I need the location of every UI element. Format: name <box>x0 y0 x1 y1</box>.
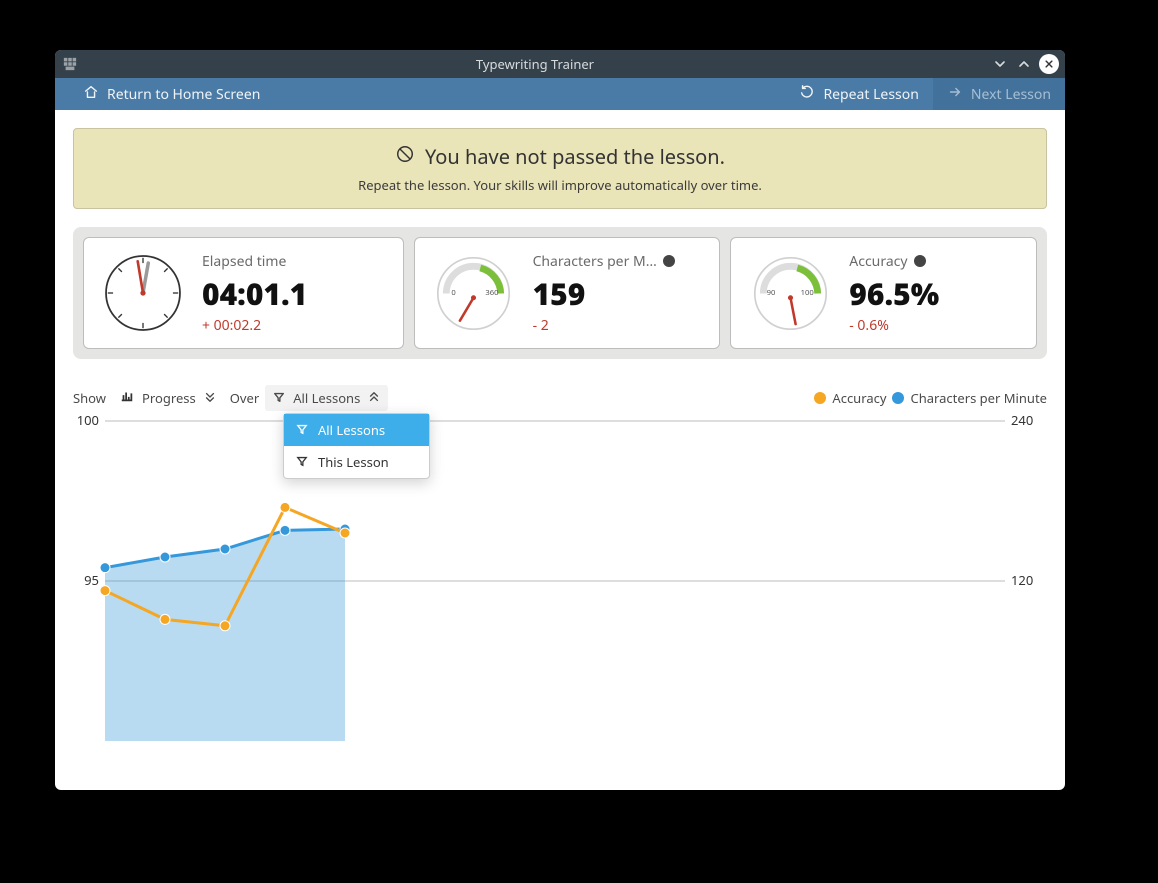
svg-text:0: 0 <box>451 288 455 298</box>
show-dropdown[interactable]: Progress <box>112 385 224 411</box>
filter-icon <box>296 421 308 439</box>
menu-this-lesson[interactable]: This Lesson <box>284 446 429 478</box>
filter-icon <box>296 453 308 471</box>
legend-swatch-cpm <box>892 392 904 404</box>
stat-cpm: 0 360 Characters per M… 159 - 2 <box>414 237 721 349</box>
titlebar[interactable]: Typewriting Trainer <box>55 50 1065 78</box>
acc-target-dot-icon <box>914 255 926 267</box>
svg-text:360: 360 <box>485 288 498 298</box>
home-label: Return to Home Screen <box>107 85 260 104</box>
svg-text:120: 120 <box>1011 571 1033 589</box>
next-button[interactable]: Next Lesson <box>933 78 1065 110</box>
stats-band: Elapsed time 04:01.1 + 00:02.2 0 360 <box>73 227 1047 359</box>
status-banner: You have not passed the lesson. Repeat t… <box>73 128 1047 209</box>
elapsed-value: 04:01.1 <box>202 273 389 314</box>
acc-gauge-icon: 90 100 <box>745 248 835 338</box>
repeat-button[interactable]: Repeat Lesson <box>785 78 932 110</box>
prohibit-icon <box>395 143 415 170</box>
maximize-button[interactable] <box>1015 55 1033 73</box>
svg-text:95: 95 <box>84 571 99 589</box>
app-window: Typewriting Trainer Return to Home Scree… <box>55 50 1065 790</box>
legend-cpm: Characters per Minute <box>910 389 1047 407</box>
filter-menu: All Lessons This Lesson <box>283 413 430 479</box>
next-label: Next Lesson <box>971 85 1051 104</box>
cpm-value: 159 <box>533 273 706 314</box>
chart-controls: Show Progress Over All Lessons <box>73 385 1047 411</box>
filter-icon <box>273 389 285 407</box>
arrow-right-icon <box>947 84 963 105</box>
app-icon <box>61 55 79 73</box>
filter-label: All Lessons <box>293 389 360 407</box>
repeat-label: Repeat Lesson <box>823 85 918 104</box>
chart-icon <box>120 389 134 407</box>
home-icon <box>83 84 99 105</box>
clock-icon <box>98 248 188 338</box>
banner-subtitle: Repeat the lesson. Your skills will impr… <box>94 176 1026 194</box>
acc-value: 96.5% <box>849 273 1022 314</box>
elapsed-label: Elapsed time <box>202 252 389 271</box>
home-button[interactable]: Return to Home Screen <box>69 78 274 110</box>
svg-text:100: 100 <box>800 288 813 298</box>
over-dropdown[interactable]: All Lessons <box>265 385 388 411</box>
stat-elapsed: Elapsed time 04:01.1 + 00:02.2 <box>83 237 404 349</box>
svg-text:240: 240 <box>1011 411 1033 429</box>
menu-all-lessons[interactable]: All Lessons <box>284 414 429 446</box>
progress-label: Progress <box>142 389 196 407</box>
over-label: Over <box>230 389 259 407</box>
cpm-target-dot-icon <box>663 255 675 267</box>
minimize-button[interactable] <box>991 55 1009 73</box>
menu-all-label: All Lessons <box>318 421 385 439</box>
window-title: Typewriting Trainer <box>79 55 991 73</box>
elapsed-delta: + 00:02.2 <box>202 316 389 335</box>
banner-title: You have not passed the lesson. <box>425 143 725 170</box>
cpm-label: Characters per M… <box>533 252 657 271</box>
legend-accuracy: Accuracy <box>832 389 886 407</box>
show-label: Show <box>73 389 106 407</box>
refresh-icon <box>799 84 815 105</box>
legend-swatch-accuracy <box>814 392 826 404</box>
menu-this-label: This Lesson <box>318 453 389 471</box>
progress-chart: 95 100 120 240 <box>73 411 1047 741</box>
cpm-delta: - 2 <box>533 316 706 335</box>
toolbar: Return to Home Screen Repeat Lesson Next… <box>55 78 1065 110</box>
acc-delta: - 0.6% <box>849 316 1022 335</box>
chevron-double-down-icon <box>204 389 216 407</box>
svg-text:100: 100 <box>77 411 99 429</box>
chevron-double-up-icon <box>368 389 380 407</box>
acc-label: Accuracy <box>849 252 907 271</box>
stat-accuracy: 90 100 Accuracy 96.5% - 0.6% <box>730 237 1037 349</box>
svg-text:90: 90 <box>766 288 775 298</box>
cpm-gauge-icon: 0 360 <box>429 248 519 338</box>
titlebar-buttons <box>991 54 1059 74</box>
close-button[interactable] <box>1039 54 1059 74</box>
